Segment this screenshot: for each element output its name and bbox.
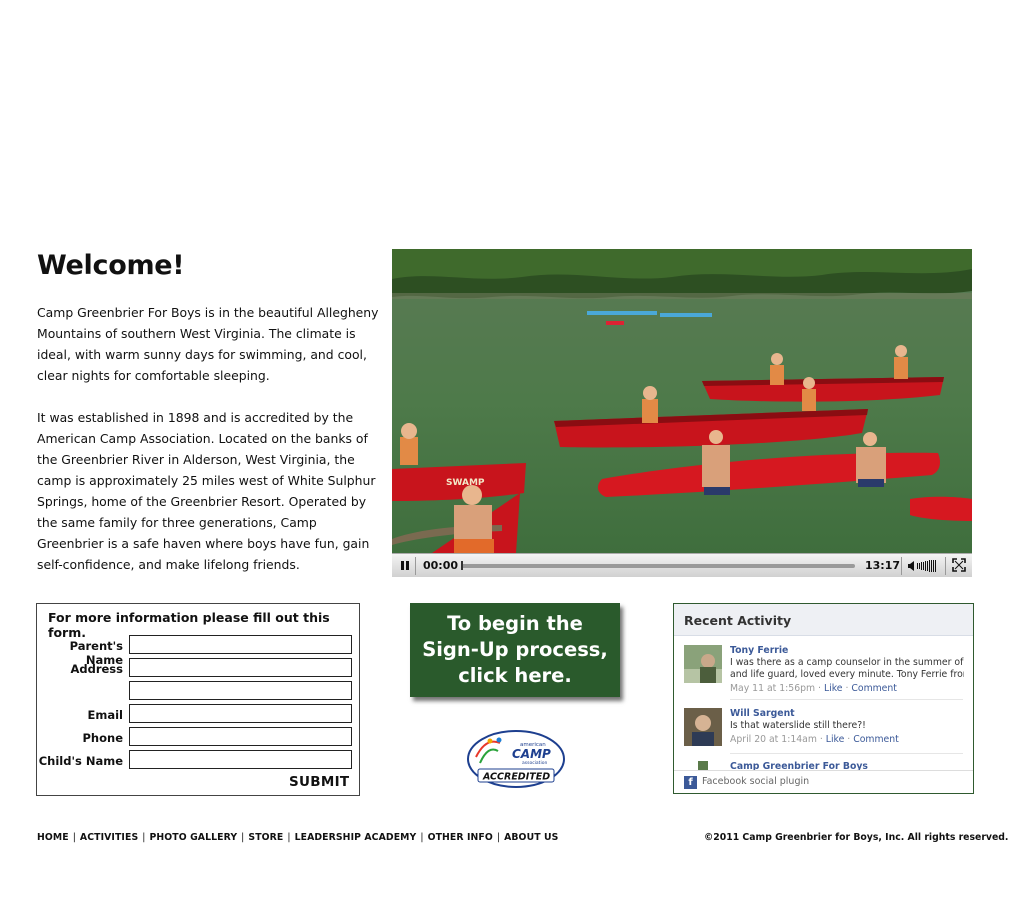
- signup-line2: Sign-Up process,: [422, 638, 608, 661]
- signup-line1: To begin the: [447, 612, 583, 635]
- fb-post-meta: May 11 at 1:56pm · Like · Comment: [730, 683, 897, 694]
- phone-label: Phone: [82, 731, 123, 745]
- fb-comment-link[interactable]: Comment: [853, 734, 899, 745]
- nav-leadership-academy[interactable]: LEADERSHIP ACADEMY: [295, 832, 417, 843]
- fb-comment-link[interactable]: Comment: [851, 683, 897, 694]
- fb-user-name[interactable]: Will Sargent: [730, 708, 964, 720]
- pause-icon[interactable]: [398, 559, 412, 573]
- fb-post-time: May 11 at 1:56pm: [730, 683, 816, 694]
- signup-button[interactable]: To begin the Sign-Up process, click here…: [410, 603, 620, 697]
- video-player[interactable]: SWAMP 00:00 13:17: [392, 249, 972, 577]
- nav-store[interactable]: STORE: [248, 832, 283, 843]
- copyright-text: ©2011 Camp Greenbrier for Boys, Inc. All…: [704, 832, 1009, 843]
- fb-post-meta: April 20 at 1:14am · Like · Comment: [730, 734, 899, 745]
- aca-accredited-logo[interactable]: american CAMP association ACCREDITED: [466, 729, 566, 790]
- address-label: Address: [70, 662, 123, 676]
- fb-like-link[interactable]: Like: [826, 734, 845, 745]
- controls-divider: [945, 557, 946, 575]
- fb-user-name[interactable]: Tony Ferrie: [730, 645, 964, 657]
- intro-paragraph: Camp Greenbrier For Boys is in the beaut…: [37, 305, 379, 383]
- nav-photo-gallery[interactable]: PHOTO GALLERY: [149, 832, 237, 843]
- video-controls: 00:00 13:17: [392, 553, 972, 577]
- page-title: Welcome!: [37, 250, 185, 281]
- controls-divider: [415, 557, 416, 575]
- progress-handle[interactable]: [461, 561, 463, 570]
- parents-name-input[interactable]: [129, 635, 352, 654]
- submit-button[interactable]: SUBMIT: [289, 774, 349, 790]
- avatar[interactable]: [684, 645, 722, 683]
- nav-home[interactable]: HOME: [37, 832, 69, 843]
- fb-footer: f Facebook social plugin: [674, 770, 973, 793]
- fb-plugin-label: Facebook social plugin: [702, 776, 810, 787]
- svg-text:ACCREDITED: ACCREDITED: [482, 772, 550, 783]
- svg-text:association: association: [522, 760, 547, 766]
- fb-post-text: I was there as a camp counselor in the s…: [730, 657, 964, 668]
- avatar[interactable]: [684, 708, 722, 746]
- video-frame-canoes[interactable]: SWAMP: [392, 249, 972, 553]
- address-line2-input[interactable]: [129, 681, 352, 700]
- phone-input[interactable]: [129, 727, 352, 746]
- fb-like-link[interactable]: Like: [824, 683, 843, 694]
- controls-divider: [901, 557, 902, 575]
- facebook-icon[interactable]: f: [684, 776, 697, 789]
- childs-name-label: Child's Name: [38, 754, 123, 768]
- facebook-activity-widget: Recent Activity Tony Ferrie I was there …: [673, 603, 974, 794]
- fb-post-time: April 20 at 1:14am: [730, 734, 817, 745]
- svg-text:CAMP: CAMP: [512, 747, 551, 761]
- footer-nav: HOME | ACTIVITIES | PHOTO GALLERY | STORE | LEAD…: [37, 832, 559, 843]
- volume-icon[interactable]: [907, 559, 939, 573]
- email-input[interactable]: [129, 704, 352, 723]
- signup-line3: click here.: [458, 664, 572, 687]
- fullscreen-icon[interactable]: [952, 558, 966, 572]
- fb-post-text: Is that waterslide still there?!: [730, 720, 866, 731]
- current-time: 00:00: [423, 559, 459, 572]
- info-request-form: For more information please fill out thi…: [36, 603, 360, 796]
- nav-about-us[interactable]: ABOUT US: [504, 832, 558, 843]
- total-time: 13:17: [865, 559, 901, 572]
- address-input[interactable]: [129, 658, 352, 677]
- fb-divider: [730, 699, 963, 700]
- fb-title: Recent Activity: [684, 613, 792, 628]
- svg-text:SWAMP: SWAMP: [446, 478, 485, 488]
- progress-bar[interactable]: [461, 564, 855, 568]
- nav-activities[interactable]: ACTIVITIES: [80, 832, 138, 843]
- childs-name-input[interactable]: [129, 750, 352, 769]
- history-paragraph: It was established in 1898 and is accred…: [37, 410, 376, 572]
- fb-post-text: and life guard, loved every minute. Tony…: [730, 669, 964, 680]
- email-label: Email: [87, 708, 123, 722]
- fb-divider: [730, 753, 963, 754]
- nav-other-info[interactable]: OTHER INFO: [428, 832, 493, 843]
- fb-header: Recent Activity: [674, 604, 973, 636]
